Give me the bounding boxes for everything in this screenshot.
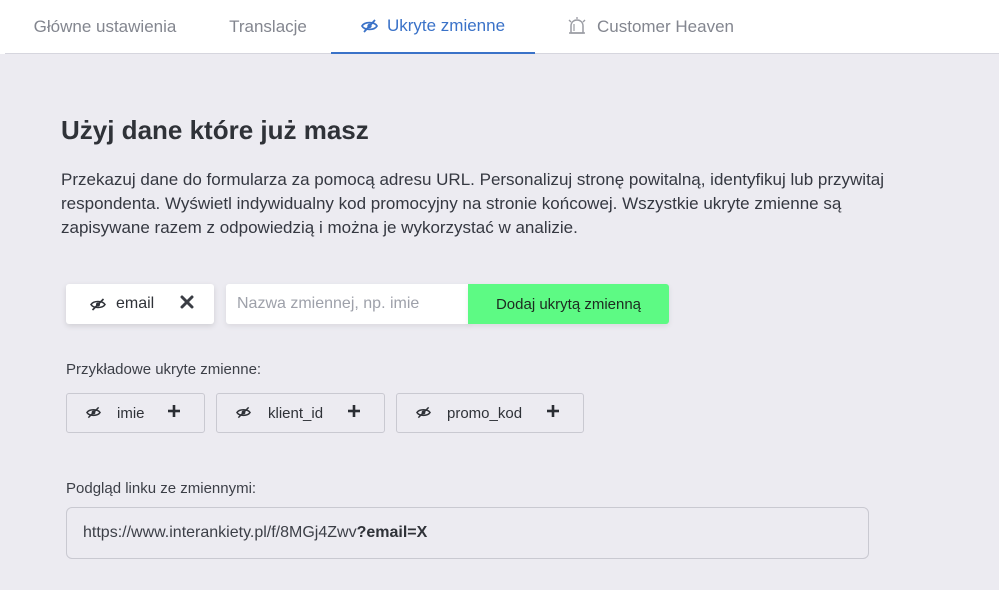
link-preview-base-url: https://www.interankiety.pl/f/8MGj4Zwv	[83, 524, 357, 541]
eye-slash-icon	[236, 406, 251, 419]
eye-slash-icon	[86, 406, 101, 419]
tab-hidden-variables[interactable]: Ukryte zmienne	[331, 0, 535, 54]
added-variable-label: email	[116, 295, 155, 312]
top-navigation: Główne ustawienia Translacje Ukryte zmie…	[0, 0, 999, 54]
example-variable-chip[interactable]: imie	[66, 393, 205, 433]
examples-label: Przykładowe ukryte zmienne:	[66, 361, 262, 378]
example-variable-chip[interactable]: klient_id	[216, 393, 385, 433]
variable-name-input[interactable]	[226, 284, 470, 324]
example-variable-label: promo_kod	[447, 405, 523, 422]
plus-icon[interactable]	[347, 404, 361, 418]
link-preview-query: ?email=X	[356, 524, 428, 541]
add-hidden-variable-button[interactable]: Dodaj ukrytą zmienną	[468, 284, 669, 324]
example-variable-label: imie	[117, 405, 145, 422]
section-title: Użyj dane które już masz	[61, 115, 369, 145]
tab-label: Customer Heaven	[596, 17, 734, 36]
remove-variable-icon[interactable]	[180, 295, 194, 309]
tab-label: Translacje	[229, 17, 307, 36]
tab-translations[interactable]: Translacje	[205, 0, 331, 54]
eye-slash-icon	[416, 406, 431, 419]
tab-label: Ukryte zmienne	[386, 16, 506, 35]
eye-slash-icon	[90, 297, 106, 311]
tab-main-settings[interactable]: Główne ustawienia	[5, 0, 205, 54]
link-preview-label: Podgląd linku ze zmiennymi:	[66, 480, 257, 497]
tab-label: Główne ustawienia	[33, 17, 177, 36]
tab-customer-heaven[interactable]: Customer Heaven	[545, 0, 755, 54]
section-description: Przekazuj dane do formularza za pomocą a…	[61, 170, 885, 237]
plus-icon[interactable]	[167, 404, 181, 418]
tab-bar: Główne ustawienia Translacje Ukryte zmie…	[5, 0, 999, 54]
link-preview-field[interactable]: https://www.interankiety.pl/f/8MGj4Zwv ?e…	[66, 507, 869, 559]
added-variable-chip: email	[66, 284, 214, 324]
eye-slash-icon	[360, 19, 378, 33]
plus-icon[interactable]	[546, 404, 560, 418]
example-variable-label: klient_id	[268, 405, 324, 422]
bell-icon	[566, 16, 588, 38]
example-variable-chip[interactable]: promo_kod	[396, 393, 584, 433]
